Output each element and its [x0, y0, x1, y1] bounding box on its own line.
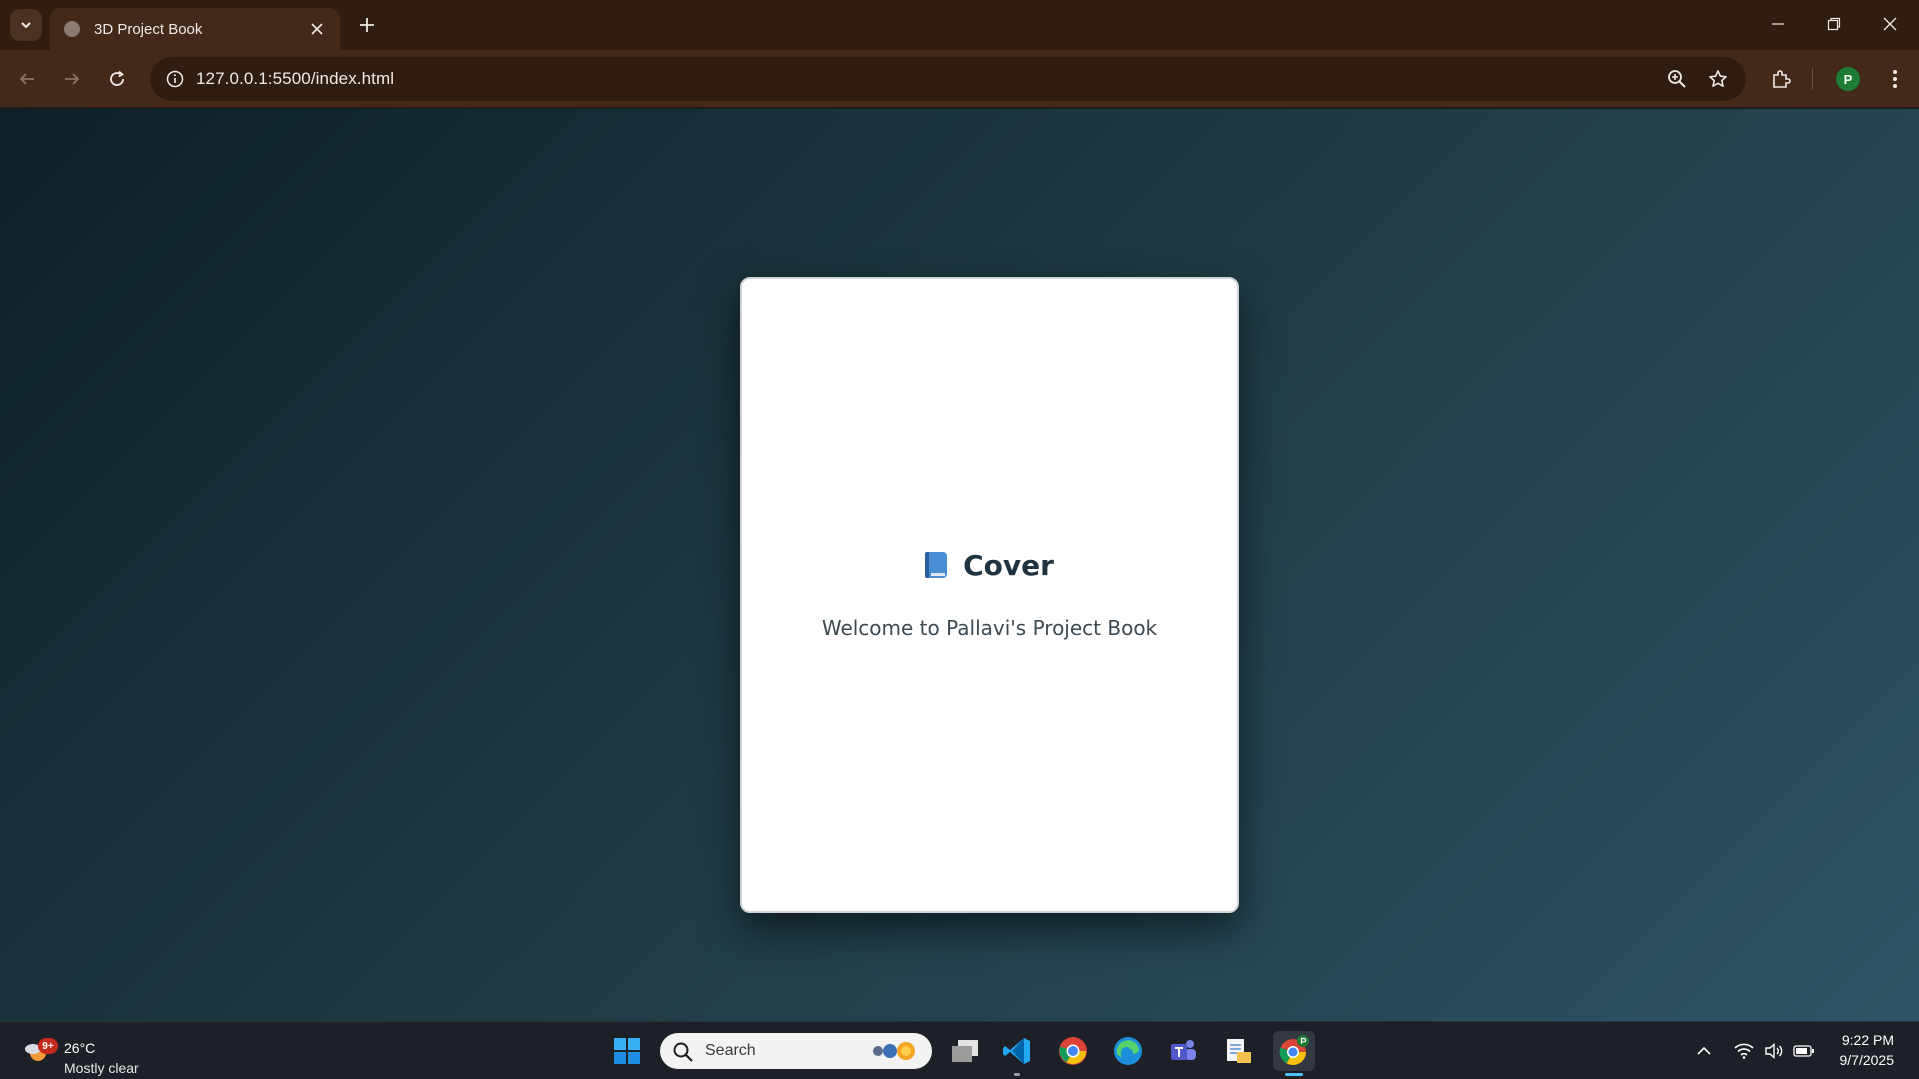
weather-description: Mostly clear: [64, 1060, 139, 1076]
battery-icon: [1793, 1045, 1814, 1057]
toolbar-separator: [1812, 68, 1813, 90]
clock-date[interactable]: 9/7/2025: [1824, 1052, 1895, 1068]
task-view-icon: [952, 1040, 978, 1062]
chrome-icon: [1059, 1037, 1087, 1065]
chrome-profile-app[interactable]: [1273, 1031, 1315, 1071]
star-icon: [1709, 70, 1727, 87]
browser-titlebar: 3D Project Book: [0, 0, 1919, 50]
windows-logo-icon: [614, 1038, 640, 1064]
search-highlight-icon: [873, 1042, 915, 1060]
vscode-app[interactable]: [996, 1031, 1038, 1071]
browser-tab[interactable]: 3D Project Book: [50, 8, 340, 50]
speaker-icon: [1765, 1043, 1783, 1059]
reload-icon: [110, 70, 125, 86]
weather-notification-badge: 9+: [38, 1038, 58, 1054]
url-text: 127.0.0.1:5500/index.html: [196, 69, 395, 88]
file-explorer-app[interactable]: [1217, 1031, 1259, 1071]
cover-heading: Cover: [742, 549, 1237, 582]
vscode-icon: [1003, 1038, 1030, 1064]
forward-button[interactable]: [55, 62, 89, 96]
browser-toolbar: 127.0.0.1:5500/index.html P: [0, 50, 1919, 108]
weather-temperature: 26°C: [64, 1040, 96, 1056]
zoom-in-icon: [1668, 70, 1686, 88]
book-cover-page[interactable]: Cover Welcome to Pallavi's Project Book: [740, 277, 1239, 913]
search-label: Search: [705, 1042, 756, 1059]
weather-widget[interactable]: 9+ 26°C Mostly clear: [22, 1030, 162, 1076]
minimize-icon: [1772, 23, 1784, 25]
arrow-left-icon: [19, 73, 34, 85]
teams-icon: [1171, 1040, 1196, 1060]
reload-button[interactable]: [100, 62, 134, 96]
running-indicator: [1014, 1073, 1020, 1076]
page-viewport: Cover Welcome to Pallavi's Project Book: [0, 109, 1919, 1021]
battery-status[interactable]: [1792, 1040, 1816, 1062]
site-info-button[interactable]: [160, 64, 190, 94]
cover-title: Cover: [963, 549, 1054, 582]
tab-search-button[interactable]: [10, 9, 42, 41]
bookmark-button[interactable]: [1703, 64, 1733, 94]
active-app-indicator: [1285, 1073, 1303, 1076]
puzzle-icon: [1773, 70, 1791, 88]
document-folder-icon: [1227, 1039, 1251, 1063]
zoom-button[interactable]: [1662, 64, 1692, 94]
profile-avatar[interactable]: P: [1836, 67, 1860, 91]
cover-subtitle: Welcome to Pallavi's Project Book: [821, 616, 1158, 640]
close-icon: [1883, 17, 1897, 31]
address-bar[interactable]: 127.0.0.1:5500/index.html: [150, 57, 1746, 101]
show-hidden-icons-button[interactable]: [1692, 1040, 1716, 1062]
start-button[interactable]: [606, 1031, 648, 1071]
task-view-button[interactable]: [944, 1031, 986, 1071]
chevron-down-icon: [21, 22, 31, 29]
plus-icon: [360, 18, 374, 32]
taskbar-search[interactable]: Search: [660, 1033, 932, 1069]
blue-book-icon: [925, 552, 948, 578]
more-vert-icon: [1893, 70, 1897, 88]
clock-time[interactable]: 9:22 PM: [1824, 1032, 1894, 1048]
browser-menu-button[interactable]: [1880, 62, 1910, 96]
close-icon: [311, 23, 323, 35]
close-window-button[interactable]: [1862, 0, 1918, 48]
search-icon: [673, 1042, 693, 1062]
new-tab-button[interactable]: [352, 10, 382, 40]
info-icon: [166, 70, 184, 88]
chevron-up-icon: [1697, 1046, 1711, 1055]
arrow-right-icon: [65, 73, 80, 85]
tab-title: 3D Project Book: [94, 20, 203, 38]
wifi-status[interactable]: [1732, 1040, 1756, 1062]
extensions-button[interactable]: [1764, 62, 1798, 96]
edge-app[interactable]: [1107, 1031, 1149, 1071]
chrome-profile-icon: [1279, 1035, 1309, 1066]
restore-button[interactable]: [1806, 0, 1862, 48]
teams-app[interactable]: [1162, 1031, 1204, 1071]
chrome-app[interactable]: [1052, 1031, 1094, 1071]
back-button[interactable]: [10, 62, 44, 96]
edge-icon: [1114, 1037, 1142, 1065]
tab-close-button[interactable]: [306, 18, 328, 40]
restore-icon: [1827, 17, 1841, 31]
globe-icon: [64, 21, 80, 37]
volume-status[interactable]: [1762, 1040, 1786, 1062]
windows-taskbar: 9+ 26°C Mostly clear Search 9:22 PM 9/7/…: [0, 1021, 1919, 1079]
wifi-icon: [1734, 1043, 1754, 1059]
minimize-button[interactable]: [1750, 0, 1806, 48]
